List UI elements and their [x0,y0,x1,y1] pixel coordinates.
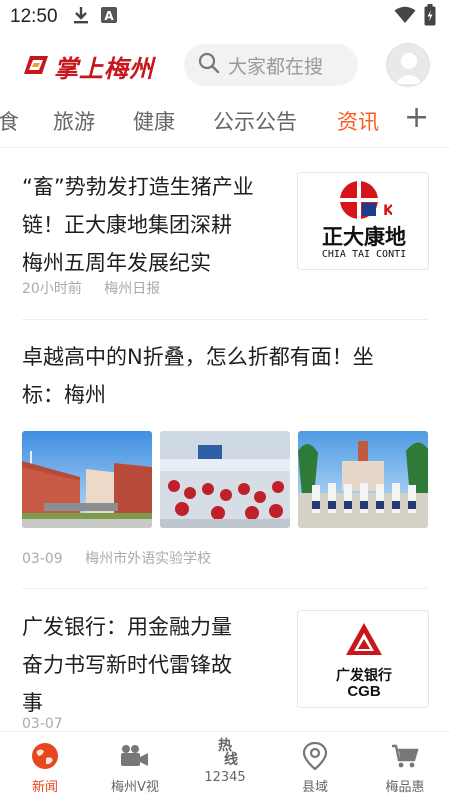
nav-news[interactable]: 新闻 [0,732,90,797]
classroom-photo[interactable] [160,431,290,528]
video-camera-icon [120,742,150,770]
article-title-line: 奋力书写新时代雷锋故 [22,653,232,677]
hotline-icon: 热 线 [212,738,238,768]
category-tabs: 食 旅游 健康 公示公告 资讯 + [0,96,450,146]
article-time: 20小时前 [22,281,82,297]
text-a-icon: A [100,6,118,28]
article-title-line: 梅州五周年发展纪实 [22,251,211,275]
hotline-icon-text: 线 [224,752,238,768]
tab-announcements[interactable]: 公示公告 [213,106,297,136]
app-logo[interactable]: 掌上梅州 [22,46,162,86]
thumb-brand-text: 正大康地 [322,225,406,249]
article-meta: 03-07 [22,716,81,731]
search-icon [198,52,220,78]
article-time: 03-09 [22,551,63,567]
search-placeholder: 大家都在搜 [228,55,324,78]
article-thumbnail[interactable]: K 正大康地 CHIA TAI CONTI [297,172,429,270]
svg-text:A: A [104,9,114,23]
article-separator [22,588,428,589]
thumb-brand-subtext: CGB [347,683,381,700]
add-tab-button[interactable]: + [404,100,429,135]
search-box[interactable]: 大家都在搜 [184,44,358,86]
thumb-brand-text: 广发银行 [336,668,392,684]
status-bar: 12:50 A [0,0,450,34]
nav-hotline[interactable]: 热 线 12345 [180,732,270,797]
tabs-divider [0,147,450,148]
school-building-photo[interactable] [22,431,152,528]
article-title-line: 卓越高中的N折叠，怎么折都有面！坐 [22,345,374,369]
download-icon [72,5,90,29]
article-item[interactable]: 广发银行：用金融力量 奋力书写新时代雷锋故 事 03-07 广发银行 CGB [0,608,450,731]
app-header: 掌上梅州 大家都在搜 [0,38,450,92]
nav-county[interactable]: 县域 [270,732,360,797]
students-group-photo[interactable] [298,431,428,528]
nav-label: 12345 [204,770,246,785]
nav-video[interactable]: 梅州V视 [90,732,180,797]
cgb-logo-icon [346,623,382,663]
logo-text: 掌上梅州 [54,53,154,83]
location-pin-icon [302,742,328,770]
logo-mark-icon [22,50,50,82]
user-avatar-icon [387,53,429,86]
tab-food[interactable]: 食 [0,106,19,136]
shopping-cart-icon [391,742,419,770]
status-right-icons [394,4,436,30]
status-left-icons: A [72,5,118,29]
hotline-icon-text: 热 [218,738,232,754]
article-title-line: 链！正大康地集团深耕 [22,213,232,237]
article-thumbnail[interactable]: 广发银行 CGB [297,610,429,708]
article-source: 梅州日报 [104,281,161,297]
user-avatar[interactable] [386,43,430,87]
nav-label: 梅品惠 [385,780,425,795]
article-title-line: “畜”势勃发打造生猪产业 [22,175,254,199]
nav-label: 梅州V视 [111,780,159,795]
nav-label: 新闻 [31,780,58,795]
article-title-line: 广发银行：用金融力量 [22,615,232,639]
nav-shop[interactable]: 梅品惠 [360,732,450,797]
svg-text:K: K [383,203,392,219]
article-meta: 03-09 梅州市外语实验学校 [22,548,229,568]
globe-icon [31,742,59,770]
thumb-brand-subtext: CHIA TAI CONTI [321,249,407,260]
article-title-line: 标：梅州 [22,383,106,407]
article-separator [22,319,428,320]
tab-travel[interactable]: 旅游 [53,106,95,136]
article-time: 03-07 [22,716,63,731]
chia-tai-logo-icon: K [338,179,395,225]
article-source: 梅州市外语实验学校 [85,551,212,567]
article-meta: 20小时前 梅州日报 [22,278,178,298]
tab-health[interactable]: 健康 [133,106,175,136]
article-item[interactable]: 卓越高中的N折叠，怎么折都有面！坐 标：梅州 03-09 梅州市外语实验学校 [0,338,450,588]
tab-news-info[interactable]: 资讯 [337,106,379,136]
nav-label: 县域 [301,780,328,795]
article-item[interactable]: “畜”势勃发打造生猪产业 链！正大康地集团深耕 梅州五周年发展纪实 20小时前 … [0,168,450,318]
status-time: 12:50 [10,6,58,27]
bottom-navigation: 新闻 梅州V视 热 线 12345 县域 梅品惠 [0,731,450,797]
battery-charging-icon [424,4,436,30]
wifi-icon [394,6,416,28]
